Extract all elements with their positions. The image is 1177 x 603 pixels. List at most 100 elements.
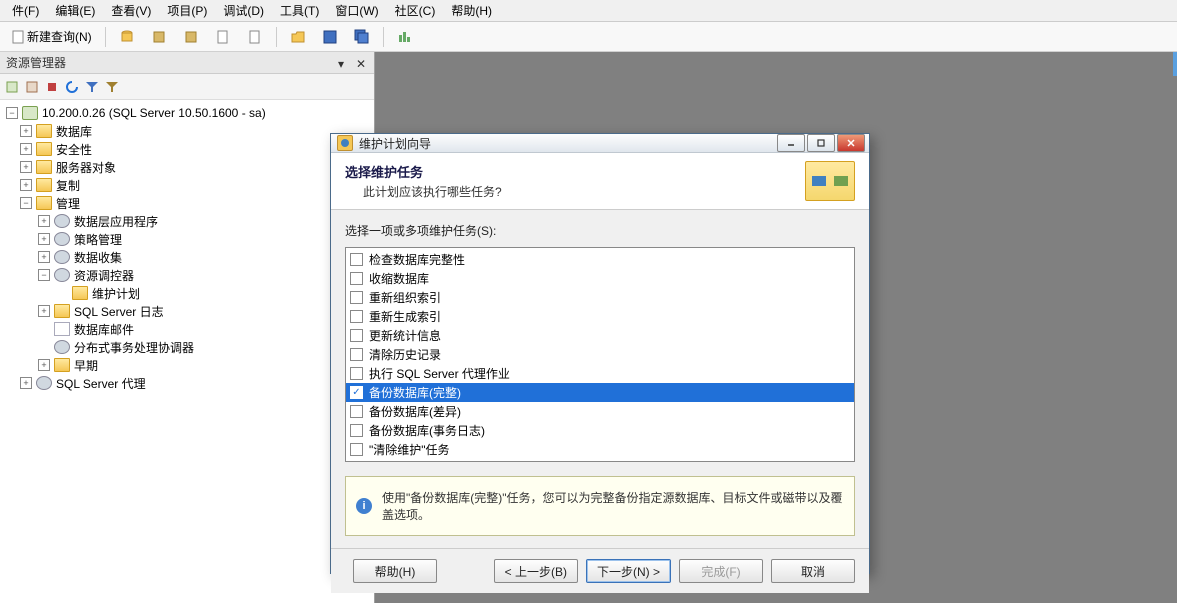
cancel-button[interactable]: 取消 <box>771 559 855 583</box>
policy-icon <box>54 232 70 246</box>
folder-icon <box>36 178 52 192</box>
menu-community[interactable]: 社区(C) <box>387 0 444 21</box>
collection-node[interactable]: +数据收集 <box>2 248 372 266</box>
sql-log-node[interactable]: +SQL Server 日志 <box>2 302 372 320</box>
stop-icon[interactable] <box>44 79 60 95</box>
task-item[interactable]: 备份数据库(完整) <box>346 383 854 402</box>
policy-node[interactable]: +策略管理 <box>2 230 372 248</box>
tb-activity[interactable] <box>390 26 420 48</box>
task-item[interactable]: 检查数据库完整性 <box>346 250 854 269</box>
databases-node[interactable]: +数据库 <box>2 122 372 140</box>
task-checkbox[interactable] <box>350 329 363 342</box>
task-item[interactable]: 执行 SQL Server 代理作业 <box>346 364 854 383</box>
next-button[interactable]: 下一步(N) > <box>586 559 671 583</box>
menu-window[interactable]: 窗口(W) <box>327 0 386 21</box>
hint-text: 使用"备份数据库(完整)"任务，您可以为完整备份指定源数据库、目标文件或磁带以及… <box>382 489 844 523</box>
back-button[interactable]: < 上一步(B) <box>494 559 578 583</box>
menu-project[interactable]: 项目(P) <box>159 0 215 21</box>
object-tree[interactable]: −10.200.0.26 (SQL Server 10.50.1600 - sa… <box>0 100 374 603</box>
task-checkbox[interactable] <box>350 443 363 456</box>
dtc-icon <box>54 340 70 354</box>
separator <box>276 27 277 47</box>
tb-db-icon[interactable] <box>112 26 142 48</box>
task-checkbox[interactable] <box>350 348 363 361</box>
dialog-title: 维护计划向导 <box>359 135 775 152</box>
task-checkbox[interactable] <box>350 310 363 323</box>
agent-node[interactable]: +SQL Server 代理 <box>2 374 372 392</box>
folder-icon <box>36 160 52 174</box>
dtc-node[interactable]: +分布式事务处理协调器 <box>2 338 372 356</box>
replication-node[interactable]: +复制 <box>2 176 372 194</box>
tb-btn-3[interactable] <box>176 26 206 48</box>
cube2-icon <box>183 29 199 45</box>
menu-debug[interactable]: 调试(D) <box>215 0 272 21</box>
minimize-button[interactable] <box>777 134 805 152</box>
governor-node[interactable]: −资源调控器 <box>2 266 372 284</box>
menu-file[interactable]: 件(F) <box>4 0 47 21</box>
menu-tools[interactable]: 工具(T) <box>272 0 327 21</box>
filter-icon[interactable] <box>84 79 100 95</box>
task-checklist[interactable]: 检查数据库完整性收缩数据库重新组织索引重新生成索引更新统计信息清除历史记录执行 … <box>345 247 855 462</box>
dialog-header: 选择维护任务 此计划应该执行哪些任务? <box>331 153 869 210</box>
management-node[interactable]: −管理 <box>2 194 372 212</box>
task-checkbox[interactable] <box>350 405 363 418</box>
task-item[interactable]: 重新组织索引 <box>346 288 854 307</box>
dialog-titlebar[interactable]: 维护计划向导 <box>331 134 869 153</box>
menu-help[interactable]: 帮助(H) <box>443 0 500 21</box>
task-item[interactable]: 收缩数据库 <box>346 269 854 288</box>
maint-plan-node[interactable]: +维护计划 <box>2 284 372 302</box>
new-query-icon <box>11 29 27 45</box>
task-checkbox[interactable] <box>350 253 363 266</box>
task-item[interactable]: 备份数据库(差异) <box>346 402 854 421</box>
tb-open[interactable] <box>283 26 313 48</box>
tb-btn-4[interactable] <box>208 26 238 48</box>
side-tab[interactable] <box>1173 52 1177 76</box>
folder-icon <box>36 142 52 156</box>
new-query-button[interactable]: 新建查询(N) <box>4 26 99 48</box>
task-item[interactable]: "清除维护"任务 <box>346 440 854 459</box>
legacy-node[interactable]: +早期 <box>2 356 372 374</box>
task-item[interactable]: 清除历史记录 <box>346 345 854 364</box>
task-checkbox[interactable] <box>350 291 363 304</box>
tb-saveall[interactable] <box>347 26 377 48</box>
filter2-icon[interactable] <box>104 79 120 95</box>
security-node[interactable]: +安全性 <box>2 140 372 158</box>
db-mail-node[interactable]: +数据库邮件 <box>2 320 372 338</box>
refresh-icon[interactable] <box>64 79 80 95</box>
doc2-icon <box>247 29 263 45</box>
object-explorer-title: 资源管理器 ▾ ✕ <box>0 52 374 74</box>
task-item[interactable]: 备份数据库(事务日志) <box>346 421 854 440</box>
dropdown-icon[interactable]: ▾ <box>338 57 350 69</box>
task-checkbox[interactable] <box>350 424 363 437</box>
task-item[interactable]: 重新生成索引 <box>346 307 854 326</box>
task-item[interactable]: 更新统计信息 <box>346 326 854 345</box>
disconnect-icon[interactable] <box>24 79 40 95</box>
help-button[interactable]: 帮助(H) <box>353 559 437 583</box>
explorer-toolbar <box>0 74 374 100</box>
menu-edit[interactable]: 编辑(E) <box>47 0 103 21</box>
connect-icon[interactable] <box>4 79 20 95</box>
database-icon <box>119 29 135 45</box>
dialog-footer: 帮助(H) < 上一步(B) 下一步(N) > 完成(F) 取消 <box>331 548 869 593</box>
data-app-node[interactable]: +数据层应用程序 <box>2 212 372 230</box>
task-label: 备份数据库(事务日志) <box>369 422 485 439</box>
task-prompt: 选择一项或多项维护任务(S): <box>345 222 855 239</box>
task-checkbox[interactable] <box>350 272 363 285</box>
close-button[interactable] <box>837 134 865 152</box>
server-objects-node[interactable]: +服务器对象 <box>2 158 372 176</box>
folder-icon <box>36 196 52 210</box>
finish-button[interactable]: 完成(F) <box>679 559 763 583</box>
menu-view[interactable]: 查看(V) <box>103 0 159 21</box>
task-checkbox[interactable] <box>350 386 363 399</box>
close-icon[interactable]: ✕ <box>356 57 368 69</box>
hint-panel: i 使用"备份数据库(完整)"任务，您可以为完整备份指定源数据库、目标文件或磁带… <box>345 476 855 536</box>
folder-icon <box>54 358 70 372</box>
maximize-button[interactable] <box>807 134 835 152</box>
tb-save[interactable] <box>315 26 345 48</box>
server-node[interactable]: −10.200.0.26 (SQL Server 10.50.1600 - sa… <box>2 104 372 122</box>
task-checkbox[interactable] <box>350 367 363 380</box>
app-icon <box>54 214 70 228</box>
tb-btn-2[interactable] <box>144 26 174 48</box>
tb-btn-5[interactable] <box>240 26 270 48</box>
object-explorer-panel: 资源管理器 ▾ ✕ −10.200.0.26 (SQL Server 10.50… <box>0 52 375 603</box>
